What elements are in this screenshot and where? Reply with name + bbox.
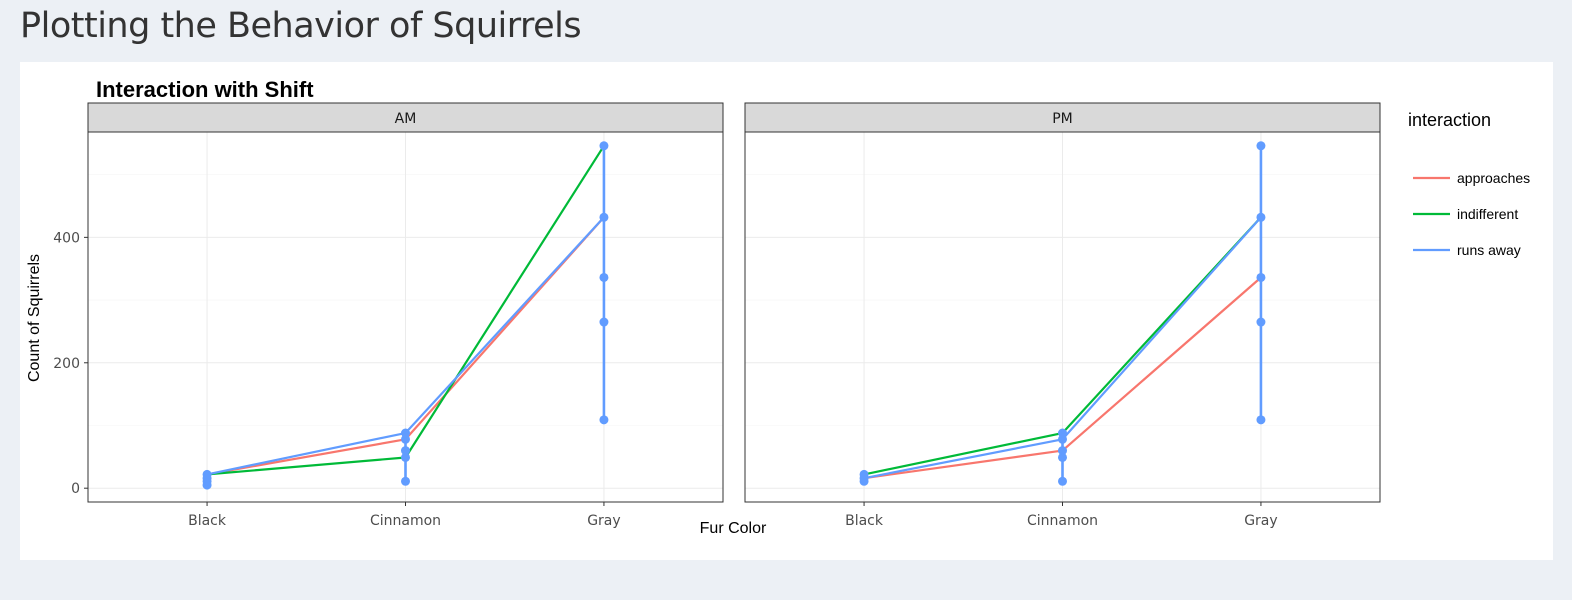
legend-title: interaction (1408, 110, 1491, 130)
chart-svg: Interaction with Shift Count of Squirrel… (26, 77, 1530, 537)
data-point (401, 476, 410, 486)
y-axis-title: Count of Squirrels (26, 254, 43, 382)
panel-am: AM Black Cinnamon Gray 0 200 400 (53, 102, 724, 529)
y-tick-label: 400 (53, 230, 80, 246)
plot-card: Interaction with Shift Count of Squirrel… (20, 62, 1553, 560)
x-tick-label: Gray (1244, 513, 1277, 529)
legend-item-runs-away: runs away (1413, 242, 1521, 258)
x-tick-label: Gray (587, 513, 620, 529)
data-point (1256, 415, 1266, 425)
data-point (599, 415, 609, 425)
panel-pm: PM Black Cinnamon Gray (744, 102, 1381, 529)
data-point (1256, 317, 1266, 327)
data-point (1058, 428, 1067, 438)
x-tick-label: Cinnamon (370, 513, 441, 529)
x-tick-label: Black (845, 513, 884, 529)
legend-item-approaches: approaches (1413, 170, 1530, 186)
legend-label: approaches (1457, 170, 1530, 186)
y-tick-label: 0 (71, 481, 80, 497)
data-point (1058, 446, 1067, 456)
data-point (202, 469, 212, 479)
legend-label: indifferent (1457, 206, 1518, 222)
page-title: Plotting the Behavior of Squirrels (20, 6, 582, 46)
facet-strip-label: PM (1052, 111, 1073, 127)
chart-title: Interaction with Shift (96, 77, 314, 102)
data-point (401, 446, 410, 456)
data-point (401, 428, 410, 438)
x-axis-title: Fur Color (700, 520, 767, 537)
data-point (1256, 272, 1266, 282)
data-point (1058, 476, 1067, 486)
data-point (1256, 212, 1266, 222)
legend: approaches indifferent runs away (1413, 170, 1530, 258)
x-tick-label: Cinnamon (1027, 513, 1098, 529)
data-point (599, 272, 609, 282)
legend-item-indifferent: indifferent (1413, 206, 1518, 222)
data-point (1256, 141, 1266, 151)
data-point (599, 141, 609, 151)
y-tick-label: 200 (53, 356, 80, 372)
legend-label: runs away (1457, 242, 1521, 258)
data-point (599, 212, 609, 222)
data-point (859, 469, 869, 479)
facet-panels: AM Black Cinnamon Gray 0 200 400 PM Black Cinnamo… (53, 102, 1381, 529)
facet-strip-label: AM (395, 111, 417, 127)
x-tick-label: Black (188, 513, 227, 529)
data-point (599, 317, 609, 327)
